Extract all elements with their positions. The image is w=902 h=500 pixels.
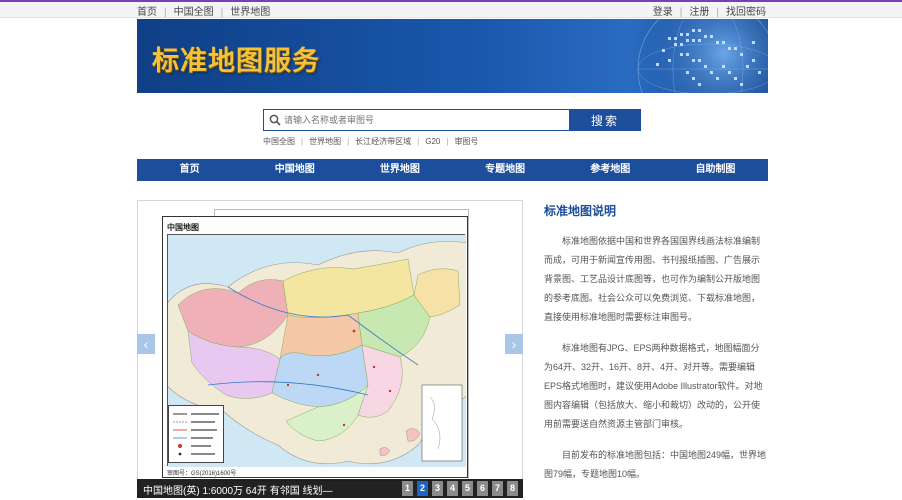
pager-item[interactable]: 1 — [402, 481, 413, 496]
slider-prev-button[interactable]: ‹ — [137, 334, 155, 354]
top-link-world-map[interactable]: 世界地图 — [230, 7, 270, 18]
pager-item[interactable]: 4 — [447, 481, 458, 496]
nav-world-map[interactable]: 世界地图 — [347, 159, 452, 181]
map-legend — [168, 405, 224, 463]
top-link-china-map[interactable]: 中国全图 — [174, 7, 214, 18]
map-preview-title: 中国地图 — [167, 222, 199, 232]
nav-self-service-map[interactable]: 自助制图 — [663, 159, 768, 181]
pager-item[interactable]: 5 — [462, 481, 473, 496]
top-link-home[interactable]: 首页 — [137, 7, 157, 18]
site-title: 标准地图服务 — [152, 46, 320, 77]
search-bar: 搜索 — [263, 109, 641, 131]
nav-thematic-map[interactable]: 专题地图 — [453, 159, 558, 181]
quick-link-yangtze[interactable]: 长江经济带区域 — [355, 137, 411, 146]
pager-item[interactable]: 8 — [507, 481, 518, 496]
search-icon — [269, 114, 281, 126]
slider-caption-bar: 中国地图(英) 1:6000万 64开 有邻国 线划— 1 2 3 4 5 6 … — [137, 479, 523, 498]
info-paragraph: 标准地图依据中国和世界各国国界线画法标准编制而成，可用于新闻宣传用图、书刊报纸插… — [544, 236, 761, 322]
pager-item-active[interactable]: 2 — [417, 481, 428, 496]
nav-china-map[interactable]: 中国地图 — [242, 159, 347, 181]
map-preview-image[interactable]: 中国地图 审图号：GS(2016)1600号 — [162, 216, 469, 478]
main-nav: 首页 中国地图 世界地图 专题地图 参考地图 自助制图 — [137, 159, 768, 181]
search-field-box — [263, 109, 570, 131]
info-title: 标准地图说明 — [544, 204, 617, 218]
slider-caption: 中国地图(英) 1:6000万 64开 有邻国 线划— — [143, 486, 333, 497]
top-links-right: 登录 | 注册 | 找回密码 — [652, 7, 766, 18]
top-links-left: 首页 | 中国全图 | 世界地图 — [137, 7, 271, 18]
search-input[interactable] — [284, 112, 564, 128]
quick-link-china-map[interactable]: 中国全图 — [263, 137, 295, 146]
quick-links: 中国全图 | 世界地图 | 长江经济带区域 | G20 | 审图号 — [263, 137, 479, 146]
slider-next-button[interactable]: › — [505, 334, 523, 354]
search-button[interactable]: 搜索 — [569, 109, 641, 131]
slider-pager: 1 2 3 4 5 6 7 8 — [402, 481, 522, 496]
site-banner: 标准地图服务 — [137, 19, 768, 93]
nav-home[interactable]: 首页 — [137, 159, 242, 181]
chevron-left-icon: ‹ — [143, 336, 149, 352]
map-slider: 中国地图 审图号：GS(2016)1600号 — [137, 200, 523, 498]
pager-item[interactable]: 3 — [432, 481, 443, 496]
pager-item[interactable]: 6 — [477, 481, 488, 496]
register-link[interactable]: 注册 — [689, 7, 709, 18]
info-paragraph: 目前发布的标准地图包括：中国地图249幅，世界地图79幅，专题地图10幅。 — [544, 450, 767, 479]
quick-link-world-map[interactable]: 世界地图 — [309, 137, 341, 146]
map-review-number: 审图号：GS(2016)1600号 — [167, 471, 237, 477]
info-paragraph: 标准地图有JPG、EPS两种数据格式，地图幅面分为64开、32开、16开、8开、… — [544, 343, 763, 429]
quick-link-review-number[interactable]: 审图号 — [454, 137, 478, 146]
globe-graphic-icon — [630, 19, 768, 93]
login-link[interactable]: 登录 — [653, 7, 673, 18]
legend-entries-icon — [173, 413, 219, 456]
nav-reference-map[interactable]: 参考地图 — [558, 159, 663, 181]
top-bar: 首页 | 中国全图 | 世界地图 登录 | 注册 | 找回密码 — [0, 2, 902, 18]
pager-item[interactable]: 7 — [492, 481, 503, 496]
chevron-right-icon: › — [511, 336, 517, 352]
standard-map-info: 标准地图说明 标准地图依据中国和世界各国国界线画法标准编制而成，可用于新闻宣传用… — [544, 202, 768, 484]
quick-link-g20[interactable]: G20 — [425, 137, 440, 146]
forgot-password-link[interactable]: 找回密码 — [726, 7, 766, 18]
